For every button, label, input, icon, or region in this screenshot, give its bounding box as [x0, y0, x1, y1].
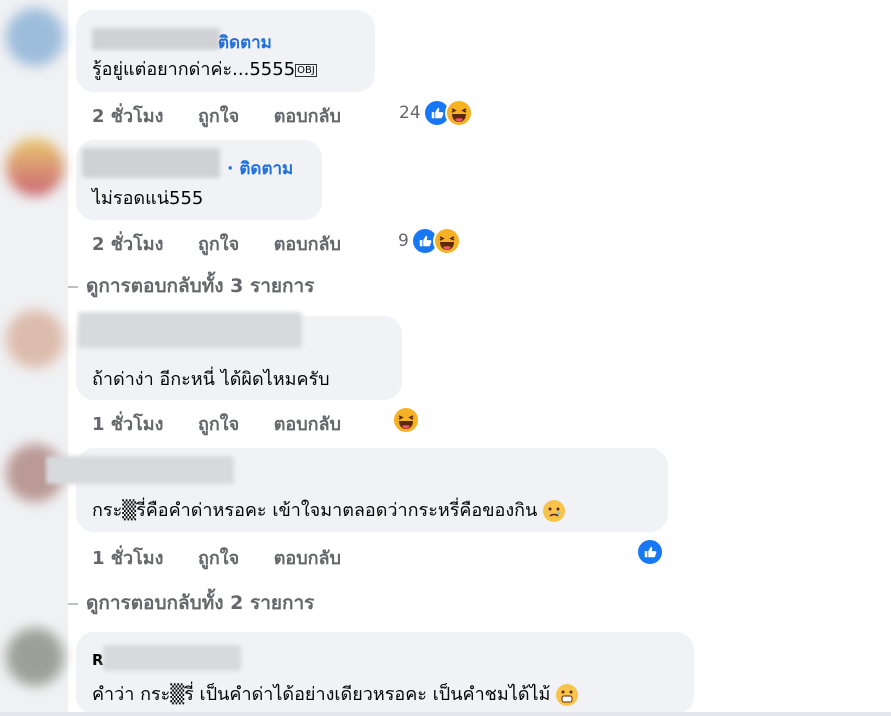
reaction-summary[interactable] — [636, 538, 664, 566]
reaction-count: 9 — [398, 231, 409, 251]
like-button[interactable]: ถูกใจ — [198, 106, 239, 127]
comment-actions: 2 ชั่วโมง ถูกใจ ตอบกลับ — [92, 101, 341, 130]
follow-link[interactable]: ติดตาม — [218, 29, 272, 56]
view-replies-link[interactable]: ดูการตอบกลับทั้ง 3 รายการ — [68, 271, 314, 301]
commenter-name-blurred[interactable] — [82, 148, 220, 178]
comment-text-content: กระ▒รี่คือคำด่าหรอคะ เข้าใจมาตลอดว่ากระห… — [92, 500, 538, 521]
avatar[interactable] — [6, 628, 64, 686]
comment-text: ถ้าด่าง่า อีกะหนี่ ได้ผิดไหมครับ — [92, 369, 330, 390]
commenter-name-blurred[interactable] — [78, 312, 302, 348]
reply-button[interactable]: ตอบกลับ — [274, 106, 341, 127]
view-replies-label: ดูการตอบกลับทั้ง 3 รายการ — [86, 275, 315, 297]
comment-text: คำว่า กระ▒รี่ เป็นคำด่าได้อย่างเดียวหรอค… — [92, 679, 579, 708]
comment-text: กระ▒รี่คือคำด่าหรอคะ เข้าใจมาตลอดว่ากระห… — [92, 495, 566, 524]
dash-divider — [68, 602, 78, 605]
follow-link[interactable]: · ติดตาม — [227, 155, 293, 182]
timestamp[interactable]: 1 ชั่วโมง — [92, 548, 163, 569]
comment-text: รู้อยู่แต่อยากด่าค่ะ...5555 OBJ — [92, 54, 317, 83]
avatar[interactable] — [6, 138, 64, 196]
reply-button[interactable]: ตอบกลับ — [274, 414, 341, 435]
timestamp[interactable]: 1 ชั่วโมง — [92, 414, 163, 435]
like-reaction-icon — [636, 538, 664, 566]
avatar-column — [0, 0, 68, 716]
comment-actions: 1 ชั่วโมง ถูกใจ ตอบกลับ — [92, 543, 341, 572]
haha-reaction-icon — [444, 99, 473, 127]
avatar[interactable] — [6, 310, 64, 368]
obj-placeholder: OBJ — [295, 63, 317, 77]
comment-actions: 1 ชั่วโมง ถูกใจ ตอบกลับ — [92, 409, 341, 438]
reaction-count: 24 — [399, 103, 421, 123]
reaction-summary[interactable]: 9 — [398, 227, 461, 255]
commenter-name-initial[interactable]: R — [92, 651, 104, 669]
haha-reaction-icon — [392, 406, 420, 434]
comment-text-content: คำว่า กระ▒รี่ เป็นคำด่าได้อย่างเดียวหรอค… — [92, 684, 551, 705]
commenter-name-blurred[interactable] — [92, 28, 220, 50]
avatar[interactable] — [6, 8, 64, 66]
comment-actions: 2 ชั่วโมง ถูกใจ ตอบกลับ — [92, 229, 341, 258]
like-button[interactable]: ถูกใจ — [198, 234, 239, 255]
timestamp[interactable]: 2 ชั่วโมง — [92, 234, 163, 255]
surprised-face-emoji-icon — [556, 684, 579, 706]
like-button[interactable]: ถูกใจ — [198, 414, 239, 435]
like-button[interactable]: ถูกใจ — [198, 548, 239, 569]
comment-text-content: รู้อยู่แต่อยากด่าค่ะ...5555 — [92, 59, 296, 80]
dash-divider — [68, 285, 78, 288]
sad-face-emoji-icon — [543, 500, 566, 522]
reaction-summary[interactable] — [392, 406, 420, 434]
bottom-divider — [0, 712, 891, 716]
commenter-name-blurred[interactable] — [103, 645, 241, 671]
reply-button[interactable]: ตอบกลับ — [274, 548, 341, 569]
comment-text: ไม่รอดแน่555 — [92, 188, 204, 209]
timestamp[interactable]: 2 ชั่วโมง — [92, 106, 163, 127]
reaction-summary[interactable]: 24 — [399, 99, 473, 127]
view-replies-link[interactable]: ดูการตอบกลับทั้ง 2 รายการ — [68, 588, 314, 618]
commenter-name-blurred[interactable] — [46, 456, 234, 484]
haha-reaction-icon — [432, 227, 461, 255]
view-replies-label: ดูการตอบกลับทั้ง 2 รายการ — [86, 592, 315, 614]
reply-button[interactable]: ตอบกลับ — [274, 234, 341, 255]
